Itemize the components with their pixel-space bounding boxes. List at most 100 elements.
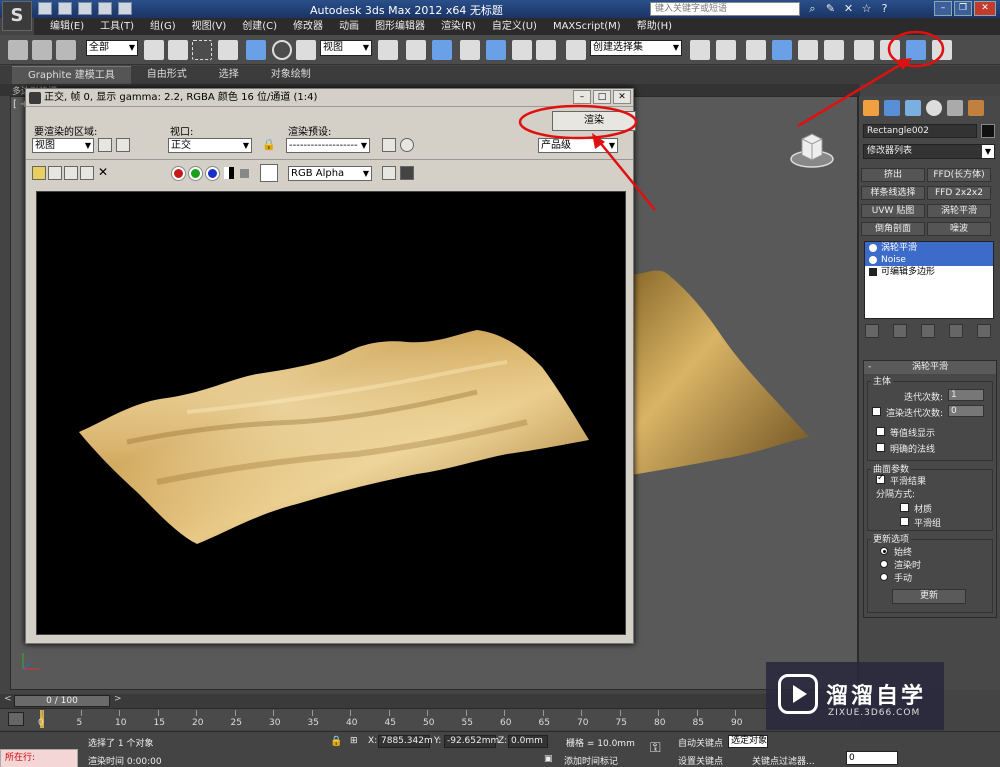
- render-window-titlebar[interactable]: 正交, 帧 0, 显示 gamma: 2.2, RGBA 颜色 16 位/通道 …: [26, 89, 633, 107]
- next-frame-icon[interactable]: >: [114, 694, 122, 704]
- create-tab-icon[interactable]: [863, 100, 879, 116]
- smoothing-groups-checkbox[interactable]: [900, 517, 909, 526]
- align-icon[interactable]: [716, 40, 736, 60]
- named-selection-select[interactable]: 创建选择集: [590, 40, 682, 56]
- mod-spline-select-button[interactable]: 样条线选择: [861, 186, 925, 200]
- render-production-icon[interactable]: [932, 40, 952, 60]
- unlink-icon[interactable]: [32, 40, 52, 60]
- manually-radio[interactable]: [880, 573, 888, 581]
- display-channel-select[interactable]: RGB Alpha: [288, 166, 372, 181]
- motion-tab-icon[interactable]: [926, 100, 942, 116]
- lightbulb-icon[interactable]: [869, 244, 877, 252]
- x-coord-field[interactable]: 7885.342m: [378, 735, 433, 748]
- rect-selection-icon[interactable]: [192, 40, 212, 60]
- explicit-normals-checkbox[interactable]: [876, 443, 885, 452]
- tab-freeform[interactable]: 自由形式: [131, 66, 203, 84]
- always-radio[interactable]: [880, 547, 888, 555]
- edit-named-sets-icon[interactable]: [566, 40, 586, 60]
- iterations-spinner[interactable]: 1: [948, 389, 984, 401]
- communication-icon[interactable]: ✕: [842, 2, 855, 15]
- alpha-channel-icon[interactable]: [224, 167, 234, 179]
- keyboard-shortcut-icon[interactable]: [432, 40, 452, 60]
- pin-stack-icon[interactable]: [865, 324, 879, 338]
- select-object-icon[interactable]: [144, 40, 164, 60]
- menu-group[interactable]: 组(G): [142, 18, 184, 35]
- menu-create[interactable]: 创建(C): [234, 18, 285, 35]
- new-file-icon[interactable]: [38, 2, 52, 15]
- materials-checkbox[interactable]: [900, 503, 909, 512]
- graphite-toggle-icon[interactable]: [772, 40, 792, 60]
- current-frame-field[interactable]: 0: [846, 751, 898, 765]
- menu-modifiers[interactable]: 修改器: [285, 18, 331, 35]
- render-setup-icon[interactable]: [880, 40, 900, 60]
- mod-uvw-map-button[interactable]: UVW 贴图: [861, 204, 925, 218]
- tab-object-paint[interactable]: 对象绘制: [255, 66, 327, 84]
- add-time-tag[interactable]: 添加时间标记: [564, 754, 618, 767]
- rw-maximize-button[interactable]: □: [593, 90, 611, 104]
- utilities-tab-icon[interactable]: [968, 100, 984, 116]
- tab-graphite-modeling[interactable]: Graphite 建模工具: [12, 66, 131, 84]
- select-by-name-icon[interactable]: [168, 40, 188, 60]
- curve-editor-icon[interactable]: [798, 40, 818, 60]
- mod-turbosmooth-button[interactable]: 涡轮平滑: [927, 204, 991, 218]
- red-channel-icon[interactable]: [172, 167, 185, 180]
- favorites-icon[interactable]: ☆: [860, 2, 873, 15]
- menu-edit[interactable]: 编辑(E): [42, 18, 92, 35]
- save-image-icon[interactable]: [32, 166, 46, 180]
- y-coord-field[interactable]: -92.652mm: [444, 735, 499, 748]
- blue-channel-icon[interactable]: [206, 167, 219, 180]
- spinner-snap-icon[interactable]: [536, 40, 556, 60]
- menu-tools[interactable]: 工具(T): [92, 18, 142, 35]
- viewport-select[interactable]: 正交: [168, 138, 252, 153]
- select-rotate-icon[interactable]: [272, 40, 292, 60]
- render-button[interactable]: 渲染: [552, 111, 636, 131]
- render-quality-select[interactable]: 产品级: [538, 138, 618, 153]
- select-scale-icon[interactable]: [296, 40, 316, 60]
- hierarchy-tab-icon[interactable]: [905, 100, 921, 116]
- monochrome-icon[interactable]: [240, 169, 249, 178]
- render-iters-checkbox[interactable]: [872, 407, 881, 416]
- angle-snap-icon[interactable]: [486, 40, 506, 60]
- object-name-field[interactable]: Rectangle002: [863, 124, 977, 138]
- material-editor-icon[interactable]: [854, 40, 874, 60]
- lightbulb-icon[interactable]: [869, 256, 877, 264]
- time-tag-icon[interactable]: ▣: [544, 754, 553, 764]
- modifier-list-select[interactable]: 修改器列表: [863, 144, 995, 159]
- area-to-render-select[interactable]: 视图: [32, 138, 94, 153]
- object-color-swatch[interactable]: [981, 124, 995, 138]
- modify-tab-icon[interactable]: [884, 100, 900, 116]
- maximize-button[interactable]: ❐: [954, 1, 972, 16]
- rw-close-button[interactable]: ✕: [613, 90, 631, 104]
- percent-snap-icon[interactable]: [512, 40, 532, 60]
- time-slider[interactable]: 0 / 100: [14, 695, 110, 707]
- select-move-icon[interactable]: [246, 40, 266, 60]
- prev-frame-icon[interactable]: <: [4, 694, 12, 704]
- menu-maxscript[interactable]: MAXScript(M): [545, 18, 629, 35]
- close-button[interactable]: ✕: [974, 1, 996, 16]
- make-unique-icon[interactable]: [921, 324, 935, 338]
- update-button[interactable]: 更新: [892, 589, 966, 604]
- green-channel-icon[interactable]: [189, 167, 202, 180]
- absolute-mode-icon[interactable]: ⊞: [350, 736, 358, 746]
- key-filters-button[interactable]: 关键点过滤器...: [752, 754, 815, 767]
- menu-help[interactable]: 帮助(H): [629, 18, 680, 35]
- bind-spacewarp-icon[interactable]: [56, 40, 76, 60]
- save-icon[interactable]: [78, 2, 92, 15]
- swatch-icon[interactable]: [260, 164, 278, 182]
- window-crossing-icon[interactable]: [218, 40, 238, 60]
- layer-manager-icon[interactable]: [746, 40, 766, 60]
- selection-filter-select[interactable]: 全部: [86, 40, 138, 56]
- remove-modifier-icon[interactable]: [949, 324, 963, 338]
- stack-item-noise[interactable]: Noise: [865, 254, 993, 266]
- rollout-header[interactable]: - 涡轮平滑: [864, 361, 996, 374]
- open-file-icon[interactable]: [58, 2, 72, 15]
- isoline-checkbox[interactable]: [876, 427, 885, 436]
- auto-region-icon[interactable]: [116, 138, 130, 152]
- expand-icon[interactable]: [869, 268, 877, 276]
- render-iters-spinner[interactable]: 0: [948, 405, 984, 417]
- menu-views[interactable]: 视图(V): [184, 18, 235, 35]
- toggle-ui-icon[interactable]: [400, 166, 414, 180]
- clone-frame-icon[interactable]: [64, 166, 78, 180]
- render-setup-small-icon[interactable]: [382, 138, 396, 152]
- minimize-button[interactable]: –: [934, 1, 952, 16]
